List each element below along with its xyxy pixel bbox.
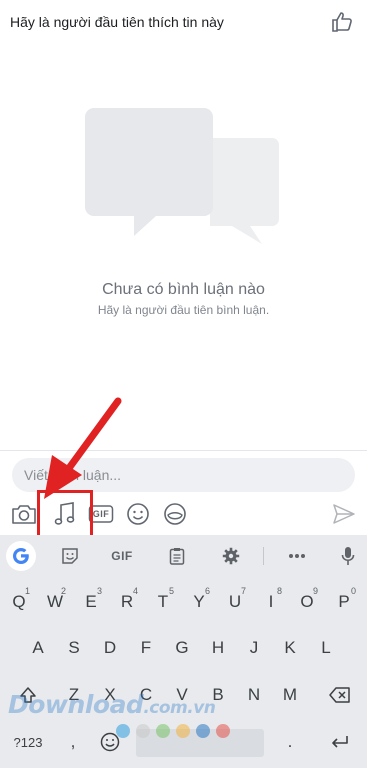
key-label: I bbox=[268, 592, 274, 611]
key-u[interactable]: U7 bbox=[217, 583, 253, 621]
comment-input[interactable]: Viết bình luận... bbox=[12, 458, 355, 492]
watermark-main: Download bbox=[8, 690, 144, 719]
key-a[interactable]: A bbox=[20, 629, 56, 667]
key-label: U bbox=[228, 592, 242, 611]
watermark-dot bbox=[156, 724, 170, 738]
key-hint: 5 bbox=[168, 586, 174, 596]
key-hint: 0 bbox=[350, 586, 356, 596]
key-label: Y bbox=[193, 592, 205, 611]
key-w[interactable]: W2 bbox=[37, 583, 73, 621]
more-icon[interactable] bbox=[284, 541, 310, 571]
key-label: P bbox=[338, 592, 350, 611]
key-hint: 2 bbox=[60, 586, 66, 596]
key-label: O bbox=[300, 592, 314, 611]
watermark-dot bbox=[176, 724, 190, 738]
watermark-suffix: .com.vn bbox=[143, 698, 216, 718]
key-g[interactable]: G bbox=[164, 629, 200, 667]
key-d[interactable]: D bbox=[92, 629, 128, 667]
sticker-icon[interactable] bbox=[161, 500, 189, 528]
empty-title: Chưa có bình luận nào bbox=[102, 281, 265, 298]
key-label: T bbox=[157, 592, 169, 611]
camera-icon[interactable] bbox=[10, 500, 38, 528]
key-hint: 4 bbox=[132, 586, 138, 596]
watermark-dot bbox=[136, 724, 150, 738]
speech-bubbles-icon bbox=[82, 96, 282, 246]
send-icon[interactable] bbox=[330, 500, 358, 528]
watermark-dot bbox=[216, 724, 230, 738]
key-hint: 9 bbox=[312, 586, 318, 596]
key-i[interactable]: I8 bbox=[253, 583, 289, 621]
backspace-key[interactable] bbox=[318, 676, 362, 714]
enter-key[interactable] bbox=[318, 723, 362, 761]
comment-placeholder: Viết bình luận... bbox=[24, 467, 122, 483]
key-f[interactable]: F bbox=[128, 629, 164, 667]
backspace-icon bbox=[329, 687, 350, 703]
enter-icon bbox=[332, 736, 348, 748]
key-e[interactable]: E3 bbox=[73, 583, 109, 621]
comma-key[interactable]: , bbox=[56, 723, 90, 761]
sticker-icon[interactable] bbox=[56, 541, 84, 571]
empty-subtitle: Hãy là người đầu tiên bình luận. bbox=[97, 303, 270, 317]
key-y[interactable]: Y6 bbox=[181, 583, 217, 621]
key-k[interactable]: K bbox=[272, 629, 308, 667]
key-p[interactable]: P0 bbox=[325, 583, 363, 621]
thumbs-up-icon[interactable] bbox=[331, 10, 355, 34]
key-r[interactable]: R4 bbox=[109, 583, 145, 621]
key-hint: 6 bbox=[204, 586, 210, 596]
key-hint: 7 bbox=[240, 586, 246, 596]
key-t[interactable]: T5 bbox=[145, 583, 181, 621]
key-q[interactable]: Q1 bbox=[1, 583, 37, 621]
key-n[interactable]: N bbox=[236, 676, 272, 714]
header: Hãy là người đầu tiên thích tin này bbox=[0, 0, 367, 44]
key-o[interactable]: O9 bbox=[289, 583, 325, 621]
likes-prompt: Hãy là người đầu tiên thích tin này bbox=[10, 14, 224, 30]
divider bbox=[0, 450, 367, 451]
key-label: Q bbox=[12, 592, 26, 611]
watermark: Download.com.vn bbox=[8, 690, 216, 719]
period-key[interactable]: . bbox=[272, 723, 308, 761]
gif-button[interactable]: GIF bbox=[106, 541, 138, 571]
key-s[interactable]: S bbox=[56, 629, 92, 667]
emoji-icon[interactable] bbox=[124, 500, 152, 528]
microphone-icon[interactable] bbox=[336, 541, 360, 571]
keyboard-toolbar: GIF bbox=[0, 535, 367, 577]
key-l[interactable]: L bbox=[308, 629, 344, 667]
watermark-dot bbox=[196, 724, 210, 738]
key-m[interactable]: M bbox=[272, 676, 308, 714]
google-icon[interactable] bbox=[6, 541, 36, 571]
highlight-box bbox=[37, 490, 93, 538]
gear-icon[interactable] bbox=[217, 541, 245, 571]
clipboard-icon[interactable] bbox=[163, 541, 191, 571]
key-hint: 1 bbox=[24, 586, 30, 596]
key-hint: 3 bbox=[96, 586, 102, 596]
key-h[interactable]: H bbox=[200, 629, 236, 667]
watermark-dot bbox=[116, 724, 130, 738]
key-j[interactable]: J bbox=[236, 629, 272, 667]
key-label: E bbox=[85, 592, 97, 611]
symbols-key[interactable]: ?123 bbox=[4, 723, 52, 761]
watermark-dots bbox=[116, 724, 230, 738]
gif-label: GIF bbox=[92, 509, 110, 519]
key-hint: 8 bbox=[276, 586, 282, 596]
toolbar-divider bbox=[263, 547, 264, 565]
key-label: R bbox=[120, 592, 134, 611]
